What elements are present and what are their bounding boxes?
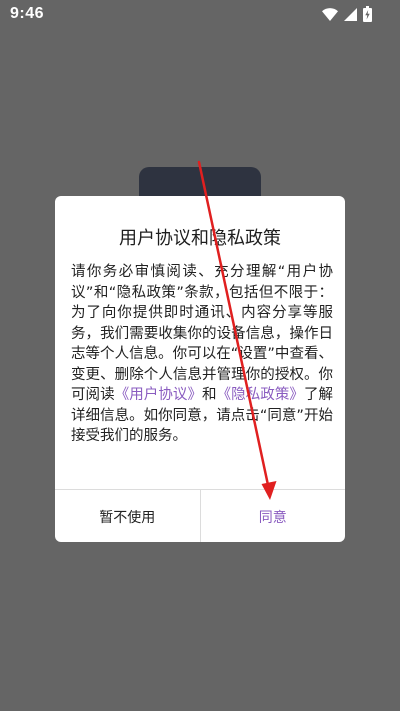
dialog-body: 请你务必审慎阅读、充分理解“用户协议”和“隐私政策”条款，包括但不限于：为了向你… bbox=[71, 262, 333, 447]
dialog-body-and: 和 bbox=[202, 387, 217, 403]
dialog-title: 用户协议和隐私政策 bbox=[119, 228, 281, 249]
user-agreement-link[interactable]: 《用户协议》 bbox=[115, 387, 202, 403]
status-time: 9:46 bbox=[10, 5, 45, 22]
status-icons bbox=[322, 6, 372, 22]
battery-charging-icon bbox=[363, 6, 372, 22]
cellular-signal-icon bbox=[344, 7, 357, 21]
privacy-dialog: 用户协议和隐私政策 请你务必审慎阅读、充分理解“用户协议”和“隐私政策”条款，包… bbox=[55, 196, 345, 542]
wifi-icon bbox=[322, 7, 338, 21]
privacy-policy-link[interactable]: 《隐私政策》 bbox=[217, 387, 304, 403]
status-bar: 9:46 bbox=[0, 0, 400, 30]
dialog-body-intro: 请你务必审慎阅读、充分理解“用户协议”和“隐私政策”条款，包括但不限于：为了向你… bbox=[71, 264, 333, 403]
decline-button[interactable]: 暂不使用 bbox=[55, 490, 201, 542]
dialog-buttons: 暂不使用 同意 bbox=[55, 489, 345, 542]
agree-button[interactable]: 同意 bbox=[201, 490, 346, 542]
